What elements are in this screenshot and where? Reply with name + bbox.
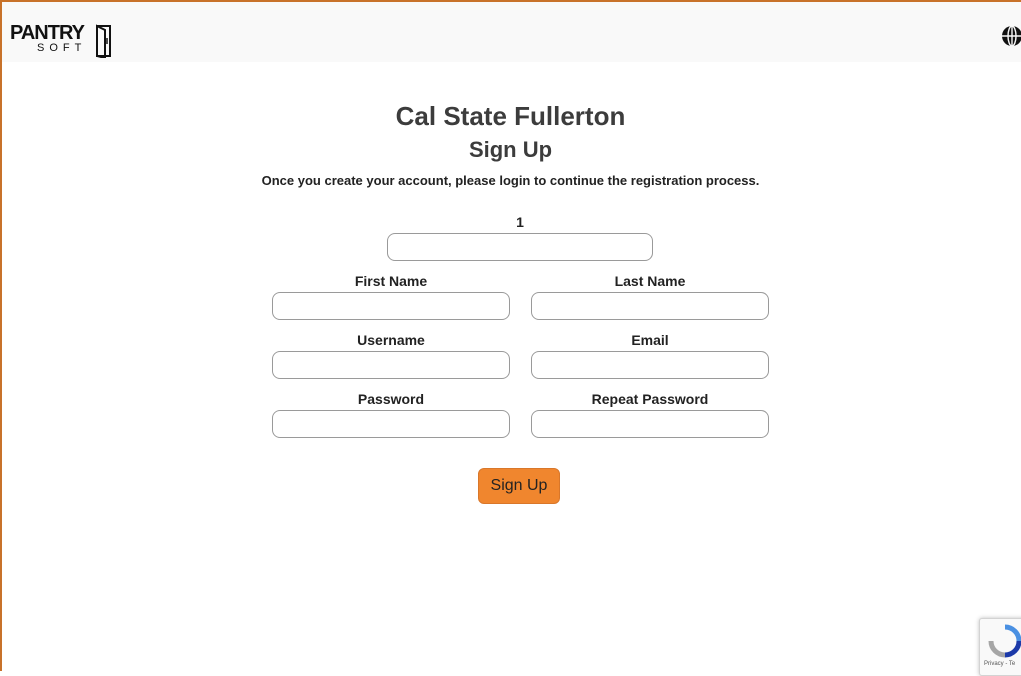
first-name-input[interactable] [272,292,510,320]
username-input[interactable] [272,351,510,379]
pantrysoft-logo[interactable]: PANTRY SOFT [10,22,120,62]
page-subtitle: Sign Up [468,137,553,162]
top-bar: PANTRY SOFT [2,2,1021,62]
field-1-input[interactable] [387,233,653,261]
email-label: Email [631,332,669,348]
repeat-password-input[interactable] [531,410,769,438]
repeat-password-label: Repeat Password [591,391,709,407]
email-input[interactable] [531,351,769,379]
globe-icon[interactable] [1000,24,1021,48]
logo-subtext: SOFT [37,42,87,54]
page-title: Cal State Fullerton [395,101,626,131]
recaptcha-badge[interactable]: Privacy - Te [979,618,1021,676]
username-label: Username [357,332,425,348]
password-input[interactable] [272,410,510,438]
first-name-label: First Name [354,273,428,289]
recaptcha-icon [988,624,1021,658]
registration-note: Once you create your account, please log… [261,173,760,188]
password-label: Password [357,391,425,407]
recaptcha-text[interactable]: Privacy - Te [984,661,1015,667]
door-icon [96,24,111,58]
field-1-label: 1 [516,214,524,230]
last-name-label: Last Name [614,273,686,289]
sign-up-button[interactable]: Sign Up [478,468,560,504]
last-name-input[interactable] [531,292,769,320]
